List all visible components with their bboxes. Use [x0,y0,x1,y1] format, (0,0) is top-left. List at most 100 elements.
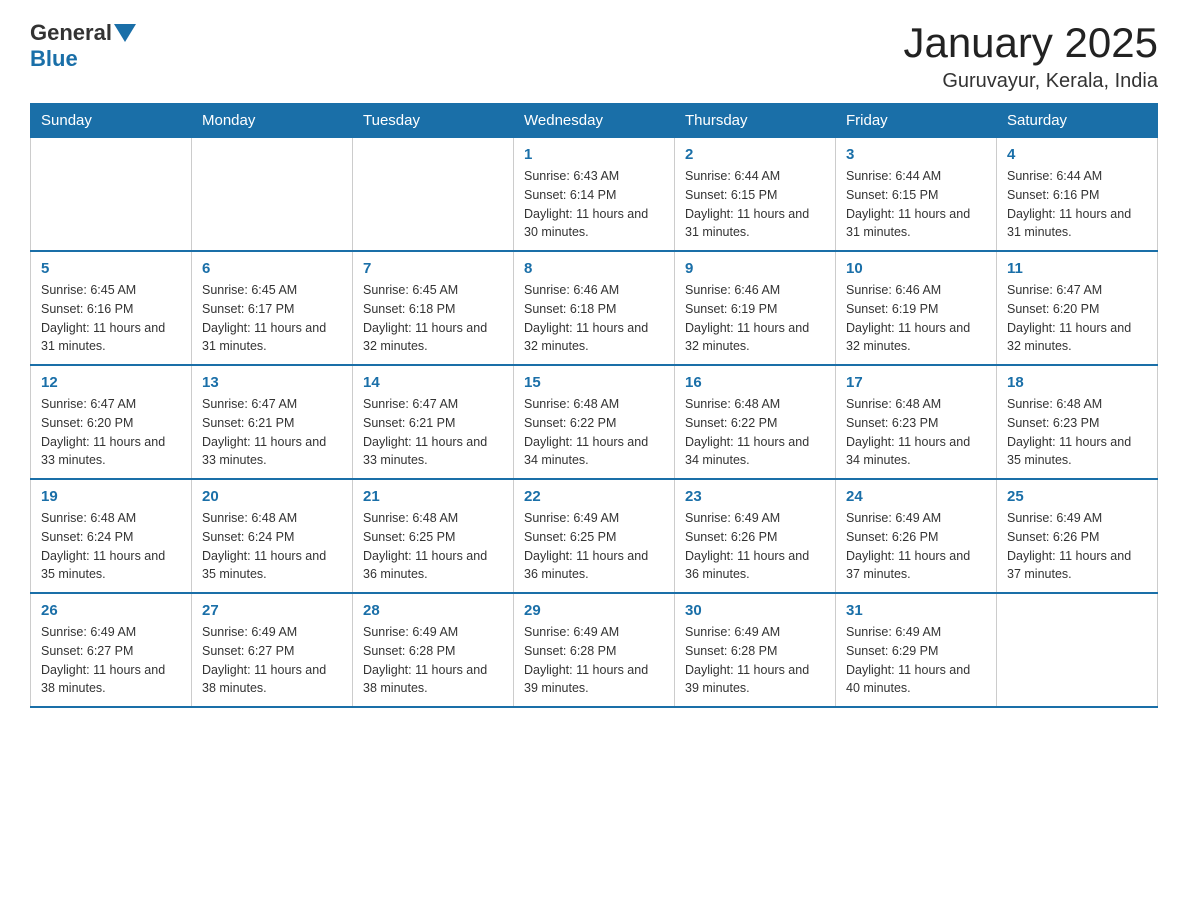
day-info: Sunrise: 6:48 AMSunset: 6:25 PMDaylight:… [363,509,503,584]
column-header-thursday: Thursday [675,104,836,138]
calendar-cell: 22 Sunrise: 6:49 AMSunset: 6:25 PMDayligh… [514,479,675,593]
calendar-header-row: SundayMondayTuesdayWednesdayThursdayFrid… [31,104,1158,138]
calendar-cell: 10 Sunrise: 6:46 AMSunset: 6:19 PMDayligh… [836,251,997,365]
day-info: Sunrise: 6:44 AMSunset: 6:15 PMDaylight:… [685,167,825,242]
day-info: Sunrise: 6:48 AMSunset: 6:24 PMDaylight:… [202,509,342,584]
calendar-cell: 17 Sunrise: 6:48 AMSunset: 6:23 PMDayligh… [836,365,997,479]
calendar-cell: 18 Sunrise: 6:48 AMSunset: 6:23 PMDayligh… [997,365,1158,479]
day-info: Sunrise: 6:47 AMSunset: 6:20 PMDaylight:… [41,395,181,470]
calendar-cell: 5 Sunrise: 6:45 AMSunset: 6:16 PMDaylight… [31,251,192,365]
day-info: Sunrise: 6:45 AMSunset: 6:18 PMDaylight:… [363,281,503,356]
column-header-monday: Monday [192,104,353,138]
calendar-cell: 24Sunrise: 6:49 AMSunset: 6:26 PMDayligh… [836,479,997,593]
day-info: Sunrise: 6:48 AMSunset: 6:22 PMDaylight:… [524,395,664,470]
day-number: 31 [846,602,986,619]
day-number: 5 [41,260,181,277]
calendar-cell [31,138,192,252]
day-number: 20 [202,488,342,505]
calendar-cell: 19 Sunrise: 6:48 AMSunset: 6:24 PMDayligh… [31,479,192,593]
day-number: 9 [685,260,825,277]
day-number: 11 [1007,260,1147,277]
day-number: 29 [524,602,664,619]
day-info: Sunrise: 6:44 AMSunset: 6:16 PMDaylight:… [1007,167,1147,242]
calendar-cell: 21 Sunrise: 6:48 AMSunset: 6:25 PMDayligh… [353,479,514,593]
day-number: 25 [1007,488,1147,505]
day-number: 1 [524,146,664,163]
calendar-cell: 12 Sunrise: 6:47 AMSunset: 6:20 PMDayligh… [31,365,192,479]
day-info: Sunrise: 6:48 AMSunset: 6:23 PMDaylight:… [1007,395,1147,470]
page-subtitle: Guruvayur, Kerala, India [903,70,1158,93]
calendar-cell [192,138,353,252]
column-header-saturday: Saturday [997,104,1158,138]
calendar-cell: 6Sunrise: 6:45 AMSunset: 6:17 PMDaylight… [192,251,353,365]
logo-general-text: General [30,20,112,46]
day-info: Sunrise: 6:49 AMSunset: 6:27 PMDaylight:… [202,623,342,698]
day-number: 28 [363,602,503,619]
day-info: Sunrise: 6:48 AMSunset: 6:24 PMDaylight:… [41,509,181,584]
day-number: 23 [685,488,825,505]
day-number: 13 [202,374,342,391]
column-header-wednesday: Wednesday [514,104,675,138]
calendar-cell: 9 Sunrise: 6:46 AMSunset: 6:19 PMDaylight… [675,251,836,365]
day-number: 18 [1007,374,1147,391]
day-info: Sunrise: 6:49 AMSunset: 6:28 PMDaylight:… [363,623,503,698]
day-info: Sunrise: 6:47 AMSunset: 6:20 PMDaylight:… [1007,281,1147,356]
day-info: Sunrise: 6:46 AMSunset: 6:19 PMDaylight:… [846,281,986,356]
calendar-cell: 7 Sunrise: 6:45 AMSunset: 6:18 PMDaylight… [353,251,514,365]
day-info: Sunrise: 6:49 AMSunset: 6:26 PMDaylight:… [1007,509,1147,584]
day-number: 27 [202,602,342,619]
calendar-week-row: 19 Sunrise: 6:48 AMSunset: 6:24 PMDayligh… [31,479,1158,593]
calendar-cell: 27 Sunrise: 6:49 AMSunset: 6:27 PMDayligh… [192,593,353,707]
calendar-cell: 30Sunrise: 6:49 AMSunset: 6:28 PMDayligh… [675,593,836,707]
title-block: January 2025 Guruvayur, Kerala, India [903,20,1158,93]
day-info: Sunrise: 6:49 AMSunset: 6:27 PMDaylight:… [41,623,181,698]
calendar-cell: 26 Sunrise: 6:49 AMSunset: 6:27 PMDayligh… [31,593,192,707]
logo-triangle-icon [114,24,136,44]
day-info: Sunrise: 6:47 AMSunset: 6:21 PMDaylight:… [363,395,503,470]
day-number: 17 [846,374,986,391]
calendar-cell: 4Sunrise: 6:44 AMSunset: 6:16 PMDaylight… [997,138,1158,252]
calendar-cell: 15 Sunrise: 6:48 AMSunset: 6:22 PMDayligh… [514,365,675,479]
day-info: Sunrise: 6:46 AMSunset: 6:18 PMDaylight:… [524,281,664,356]
day-number: 15 [524,374,664,391]
calendar-week-row: 12 Sunrise: 6:47 AMSunset: 6:20 PMDayligh… [31,365,1158,479]
day-number: 24 [846,488,986,505]
page-title: January 2025 [903,20,1158,66]
day-info: Sunrise: 6:49 AMSunset: 6:28 PMDaylight:… [685,623,825,698]
calendar-week-row: 5 Sunrise: 6:45 AMSunset: 6:16 PMDaylight… [31,251,1158,365]
calendar-cell: 29Sunrise: 6:49 AMSunset: 6:28 PMDayligh… [514,593,675,707]
day-number: 14 [363,374,503,391]
day-info: Sunrise: 6:49 AMSunset: 6:25 PMDaylight:… [524,509,664,584]
calendar-cell [997,593,1158,707]
calendar-cell: 16 Sunrise: 6:48 AMSunset: 6:22 PMDayligh… [675,365,836,479]
day-info: Sunrise: 6:45 AMSunset: 6:16 PMDaylight:… [41,281,181,356]
calendar-cell: 3Sunrise: 6:44 AMSunset: 6:15 PMDaylight… [836,138,997,252]
day-number: 10 [846,260,986,277]
day-number: 16 [685,374,825,391]
day-info: Sunrise: 6:47 AMSunset: 6:21 PMDaylight:… [202,395,342,470]
calendar-cell: 11 Sunrise: 6:47 AMSunset: 6:20 PMDayligh… [997,251,1158,365]
calendar-table: SundayMondayTuesdayWednesdayThursdayFrid… [30,103,1158,708]
day-number: 22 [524,488,664,505]
day-info: Sunrise: 6:48 AMSunset: 6:22 PMDaylight:… [685,395,825,470]
calendar-cell: 25 Sunrise: 6:49 AMSunset: 6:26 PMDayligh… [997,479,1158,593]
calendar-cell: 20 Sunrise: 6:48 AMSunset: 6:24 PMDayligh… [192,479,353,593]
calendar-cell: 14 Sunrise: 6:47 AMSunset: 6:21 PMDayligh… [353,365,514,479]
day-number: 7 [363,260,503,277]
day-number: 21 [363,488,503,505]
calendar-cell [353,138,514,252]
column-header-sunday: Sunday [31,104,192,138]
day-number: 12 [41,374,181,391]
calendar-cell: 1Sunrise: 6:43 AMSunset: 6:14 PMDaylight… [514,138,675,252]
day-number: 26 [41,602,181,619]
calendar-cell: 31Sunrise: 6:49 AMSunset: 6:29 PMDayligh… [836,593,997,707]
day-number: 3 [846,146,986,163]
page-header: General Blue January 2025 Guruvayur, Ker… [30,20,1158,93]
day-info: Sunrise: 6:48 AMSunset: 6:23 PMDaylight:… [846,395,986,470]
day-info: Sunrise: 6:45 AMSunset: 6:17 PMDaylight:… [202,281,342,356]
calendar-week-row: 26 Sunrise: 6:49 AMSunset: 6:27 PMDayligh… [31,593,1158,707]
day-number: 8 [524,260,664,277]
day-info: Sunrise: 6:46 AMSunset: 6:19 PMDaylight:… [685,281,825,356]
day-number: 19 [41,488,181,505]
column-header-tuesday: Tuesday [353,104,514,138]
